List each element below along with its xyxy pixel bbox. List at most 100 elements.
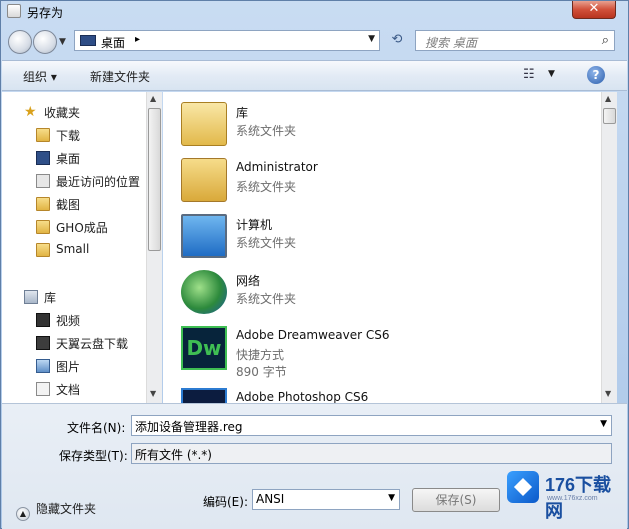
scrollbar-thumb[interactable] xyxy=(148,108,161,251)
watermark-logo-icon xyxy=(507,471,539,503)
hide-folders-button[interactable]: ▲ 隐藏文件夹 xyxy=(16,500,96,521)
search-box[interactable]: 搜索 桌面 ⌕ xyxy=(415,30,615,51)
file-list-scrollbar[interactable]: ▲ ▼ xyxy=(601,92,617,403)
scroll-down-icon[interactable]: ▼ xyxy=(605,389,611,398)
encoding-value[interactable]: ANSI xyxy=(256,492,284,506)
photoshop-icon xyxy=(181,388,227,403)
forward-button[interactable] xyxy=(33,30,57,54)
desktop-icon xyxy=(80,35,96,46)
filetype-value[interactable]: 所有文件 (*.*) xyxy=(135,446,212,463)
view-options-icon[interactable]: ☷ xyxy=(523,67,535,82)
desktop-icon xyxy=(36,151,50,165)
folder-icon xyxy=(36,220,50,234)
sidebar-item-label: 收藏夹 xyxy=(44,106,81,120)
scrollbar-thumb[interactable] xyxy=(603,108,616,124)
recent-places-icon xyxy=(36,174,50,188)
chevron-up-icon: ▲ xyxy=(16,507,30,521)
pictures-icon xyxy=(36,359,50,373)
save-as-dialog: 另存为 ✕ ▼ 桌面 ▸ ▼ ⟲ 搜索 桌面 ⌕ 组织 ▾ 新建文件夹 ☷ ▼ … xyxy=(0,0,629,529)
navigation-pane-scrollbar[interactable]: ▲ ▼ xyxy=(146,92,162,403)
file-name: 网络 xyxy=(236,274,261,288)
navigation-pane: ★ 收藏夹 下载 桌面 最近访问的位置 截图 GHO成品 Small 库 视频 … xyxy=(2,92,162,403)
folder-icon xyxy=(36,197,50,211)
star-icon: ★ xyxy=(24,104,37,120)
chevron-down-icon[interactable]: ▼ xyxy=(548,69,555,79)
refresh-button[interactable]: ⟲ xyxy=(384,30,410,51)
help-button[interactable]: ? xyxy=(587,66,605,84)
sidebar-item-label: 桌面 xyxy=(56,152,81,166)
address-location[interactable]: 桌面 xyxy=(101,34,125,51)
file-name: 计算机 xyxy=(236,218,273,232)
sidebar-item-label: Small xyxy=(56,242,90,256)
address-bar[interactable]: 桌面 ▸ ▼ xyxy=(74,30,380,51)
hide-folders-label: 隐藏文件夹 xyxy=(36,502,97,516)
filename-field[interactable]: 添加设备管理器.reg ▼ xyxy=(131,415,612,436)
chevron-down-icon[interactable]: ▼ xyxy=(600,419,607,429)
sidebar-item-label: 文档 xyxy=(56,383,81,397)
search-icon[interactable]: ⌕ xyxy=(602,33,609,48)
sidebar-item-label: 库 xyxy=(44,291,57,305)
filename-input[interactable]: 添加设备管理器.reg xyxy=(135,418,243,435)
file-size: 890 字节 xyxy=(236,365,287,379)
scroll-up-icon[interactable]: ▲ xyxy=(605,94,611,103)
library-icon xyxy=(181,102,227,146)
sidebar-item-label: 下载 xyxy=(56,129,81,143)
watermark-subtext: www.176xz.com xyxy=(547,495,598,502)
save-button[interactable]: 保存(S) xyxy=(412,488,500,512)
recent-pages-dropdown[interactable]: ▼ xyxy=(59,37,66,47)
file-name: Administrator xyxy=(236,160,318,174)
new-folder-button[interactable]: 新建文件夹 xyxy=(90,68,150,85)
file-list: 库 系统文件夹 Administrator 系统文件夹 计算机 系统文件夹 网络… xyxy=(163,92,601,403)
sidebar-item-label: 视频 xyxy=(56,314,81,328)
title-bar: 另存为 ✕ xyxy=(1,1,628,25)
user-folder-icon xyxy=(181,158,227,202)
list-item[interactable]: 计算机 系统文件夹 xyxy=(181,210,581,266)
list-item[interactable]: 库 系统文件夹 xyxy=(181,98,581,154)
chevron-right-icon[interactable]: ▸ xyxy=(135,34,140,45)
network-icon xyxy=(181,270,227,314)
chevron-down-icon[interactable]: ▼ xyxy=(388,493,395,503)
documents-icon xyxy=(36,382,50,396)
scroll-down-icon[interactable]: ▼ xyxy=(150,389,156,398)
sidebar-item-label: 最近访问的位置 xyxy=(56,175,141,189)
folder-icon xyxy=(36,243,50,257)
command-toolbar: 组织 ▾ 新建文件夹 ☷ ▼ ? xyxy=(2,60,627,91)
computer-icon xyxy=(181,214,227,258)
close-button[interactable]: ✕ xyxy=(572,1,616,19)
video-icon xyxy=(36,313,50,327)
sidebar-item-label: 截图 xyxy=(56,198,81,212)
list-item[interactable]: 网络 系统文件夹 xyxy=(181,266,581,322)
dreamweaver-icon: Dw xyxy=(181,326,227,370)
cloud-drive-icon xyxy=(36,336,50,350)
scroll-up-icon[interactable]: ▲ xyxy=(150,94,156,103)
organize-button[interactable]: 组织 ▾ xyxy=(23,68,57,85)
file-type: 快捷方式 xyxy=(236,348,285,362)
refresh-icon: ⟲ xyxy=(391,32,403,47)
file-type: 系统文件夹 xyxy=(236,292,297,306)
window-title: 另存为 xyxy=(27,6,64,20)
back-button[interactable] xyxy=(8,30,32,54)
library-icon xyxy=(24,290,38,304)
folder-icon xyxy=(36,128,50,142)
encoding-select[interactable]: ANSI ▼ xyxy=(252,489,400,510)
encoding-label: 编码(E): xyxy=(203,495,248,509)
file-type: 系统文件夹 xyxy=(236,124,297,138)
file-type: 系统文件夹 xyxy=(236,180,297,194)
sidebar-item-label: 图片 xyxy=(56,360,81,374)
file-name: 库 xyxy=(236,106,249,120)
filetype-select[interactable]: 所有文件 (*.*) xyxy=(131,443,612,464)
list-item[interactable]: Dw Adobe Dreamweaver CS6 快捷方式 890 字节 xyxy=(181,322,581,379)
sidebar-item-label: 天翼云盘下载 xyxy=(56,337,129,351)
watermark: 176下载网 www.176xz.com xyxy=(499,467,629,521)
window-icon xyxy=(7,4,21,18)
filetype-label: 保存类型(T): xyxy=(59,449,128,463)
chevron-down-icon[interactable]: ▼ xyxy=(368,34,375,44)
file-type: 系统文件夹 xyxy=(236,236,297,250)
list-item[interactable]: Adobe Photoshop CS6 xyxy=(181,384,581,403)
file-name: Adobe Dreamweaver CS6 xyxy=(236,328,390,342)
file-name: Adobe Photoshop CS6 xyxy=(236,390,369,403)
filename-label: 文件名(N): xyxy=(67,421,126,435)
sidebar-item-label: GHO成品 xyxy=(56,221,108,235)
list-item[interactable]: Administrator 系统文件夹 xyxy=(181,154,581,210)
search-input[interactable]: 搜索 桌面 xyxy=(425,34,477,51)
